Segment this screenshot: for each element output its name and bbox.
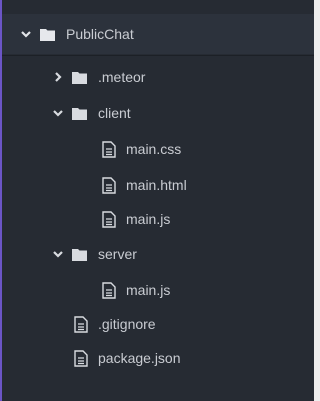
folder-icon — [72, 107, 87, 120]
tree-item-label: .gitignore — [98, 316, 156, 332]
file-icon — [102, 176, 116, 194]
tree-divider — [2, 55, 314, 56]
tree-item-label: main.js — [126, 211, 171, 227]
tree-item-client[interactable]: client — [52, 103, 131, 123]
file-icon — [102, 140, 116, 158]
folder-icon — [40, 28, 55, 41]
window-edge — [314, 0, 320, 401]
folder-icon — [72, 248, 87, 261]
chevron-right-icon[interactable] — [52, 71, 64, 83]
tree-item-publicchat[interactable]: PublicChat — [20, 24, 134, 44]
tree-item-label: server — [98, 246, 137, 262]
folder-icon — [72, 71, 87, 84]
tree-item-label: main.css — [126, 141, 182, 157]
tree-item-label: package.json — [98, 350, 181, 366]
tree-item-main-css[interactable]: main.css — [102, 139, 181, 159]
chevron-down-icon[interactable] — [52, 248, 64, 260]
tree-item-main-js-server[interactable]: main.js — [102, 280, 170, 300]
file-tree-panel: PublicChat .meteor client main.css main.… — [0, 0, 314, 401]
tree-item-package-json[interactable]: package.json — [74, 348, 181, 368]
tree-item-label: main.js — [126, 282, 171, 298]
file-icon — [102, 281, 116, 299]
file-icon — [102, 210, 116, 228]
tree-item-main-js-client[interactable]: main.js — [102, 209, 170, 229]
file-icon — [74, 349, 88, 367]
tree-item-main-html[interactable]: main.html — [102, 175, 187, 195]
tree-item-meteor[interactable]: .meteor — [52, 67, 145, 87]
file-icon — [74, 315, 88, 333]
tree-item-gitignore[interactable]: .gitignore — [74, 314, 156, 334]
tree-item-label: PublicChat — [66, 26, 134, 42]
tree-item-label: main.html — [126, 177, 187, 193]
tree-item-server[interactable]: server — [52, 244, 137, 264]
tree-item-label: .meteor — [98, 69, 146, 85]
chevron-down-icon[interactable] — [20, 28, 32, 40]
tree-item-label: client — [98, 105, 131, 121]
chevron-down-icon[interactable] — [52, 107, 64, 119]
